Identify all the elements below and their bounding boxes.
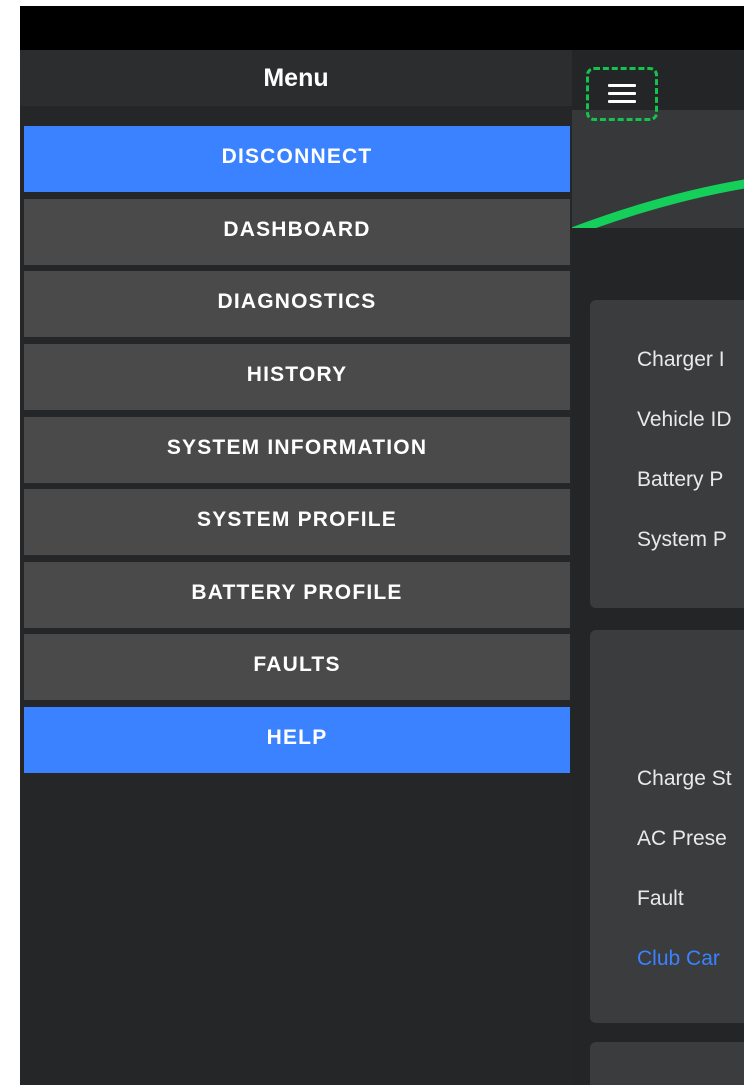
bottom-card — [590, 1042, 744, 1085]
menu-item-dashboard[interactable]: DASHBOARD — [24, 199, 570, 265]
gauge-panel — [572, 110, 744, 228]
hamburger-menu-icon — [608, 84, 636, 104]
menu-item-help[interactable]: HELP — [24, 707, 570, 773]
navigation-drawer: Menu DISCONNECT DASHBOARD DIAGNOSTICS HI… — [20, 50, 572, 1085]
menu-item-faults[interactable]: FAULTS — [24, 634, 570, 700]
menu-item-system-information[interactable]: SYSTEM INFORMATION — [24, 417, 570, 483]
battery-profile-label: Battery P — [637, 468, 724, 491]
fault-label: Fault — [637, 887, 684, 910]
app-frame: Charger I Vehicle ID Battery P System P … — [20, 6, 744, 1085]
menu-toggle-button[interactable] — [586, 67, 658, 121]
gauge-arc-icon — [572, 179, 744, 228]
menu-item-disconnect[interactable]: DISCONNECT — [24, 126, 570, 192]
status-card: Charge St AC Prese Fault Club Car — [590, 630, 744, 1023]
ac-present-label: AC Prese — [637, 827, 727, 850]
menu-item-history[interactable]: HISTORY — [24, 344, 570, 410]
vehicle-id-label: Vehicle ID — [637, 408, 732, 431]
menu-item-battery-profile[interactable]: BATTERY PROFILE — [24, 562, 570, 628]
info-card: Charger I Vehicle ID Battery P System P — [590, 300, 744, 608]
menu-item-system-profile[interactable]: SYSTEM PROFILE — [24, 489, 570, 555]
status-bar — [20, 6, 744, 50]
charge-status-label: Charge St — [637, 767, 732, 790]
system-profile-label: System P — [637, 528, 727, 551]
drawer-header: Menu — [20, 50, 572, 106]
club-car-link[interactable]: Club Car — [637, 947, 720, 971]
drawer-title: Menu — [263, 64, 329, 92]
charger-id-label: Charger I — [637, 348, 725, 371]
menu-item-diagnostics[interactable]: DIAGNOSTICS — [24, 271, 570, 337]
